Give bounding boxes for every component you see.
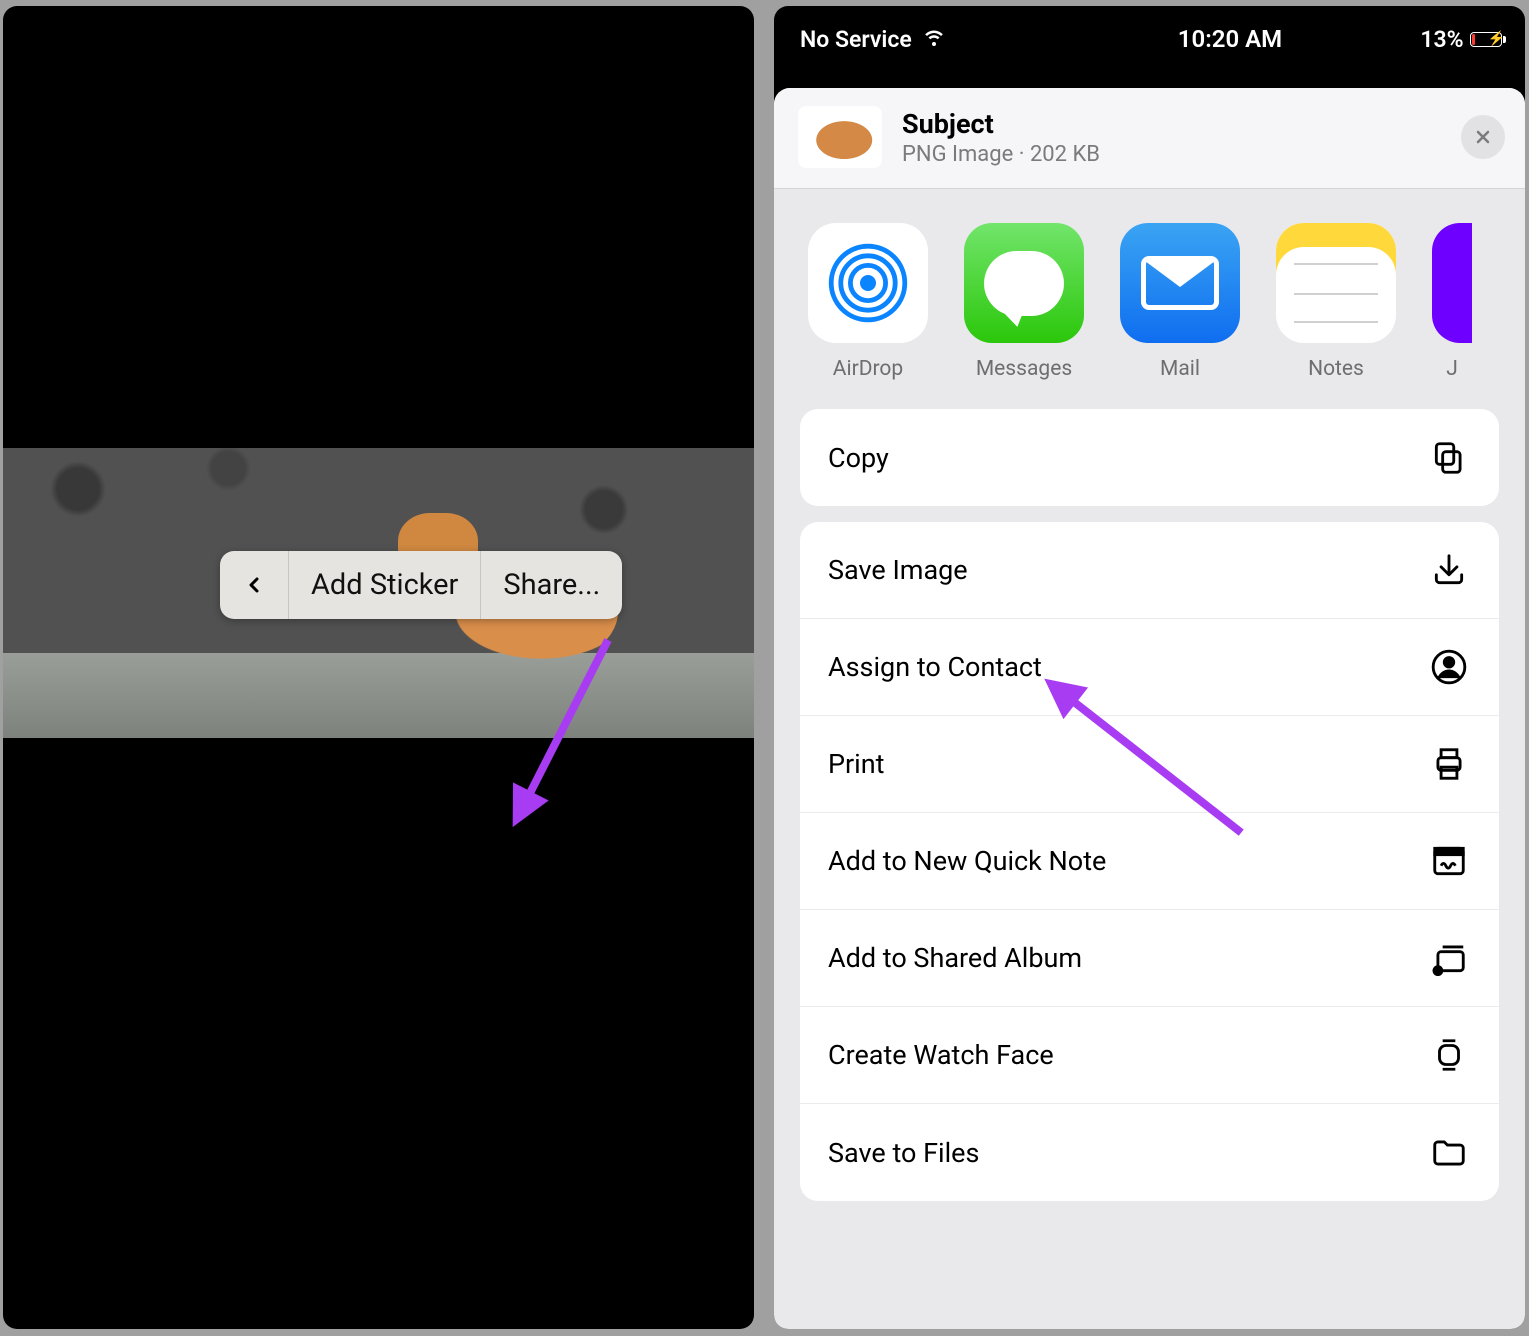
app-partial[interactable]: J bbox=[1432, 223, 1472, 381]
share-sheet: Subject PNG Image · 202 KB AirDrop Messa… bbox=[774, 88, 1525, 1329]
chevron-left-icon bbox=[242, 573, 266, 597]
sheet-title: Subject bbox=[902, 108, 1441, 140]
airdrop-icon bbox=[808, 223, 928, 343]
action-save-image[interactable]: Save Image bbox=[800, 522, 1499, 619]
close-icon bbox=[1473, 127, 1493, 147]
action-shared-album[interactable]: Add to Shared Album bbox=[800, 910, 1499, 1007]
sharedalbum-icon bbox=[1427, 939, 1471, 977]
clock-label: 10:20 AM bbox=[946, 25, 1421, 53]
mail-icon bbox=[1120, 223, 1240, 343]
app-mail[interactable]: Mail bbox=[1120, 223, 1240, 381]
carrier-label: No Service bbox=[800, 26, 912, 53]
add-sticker-button[interactable]: Add Sticker bbox=[289, 551, 481, 619]
app-airdrop[interactable]: AirDrop bbox=[808, 223, 928, 381]
menu-back-button[interactable] bbox=[220, 551, 289, 619]
battery-pct-label: 13% bbox=[1420, 26, 1463, 53]
printer-icon bbox=[1427, 745, 1471, 783]
folder-icon bbox=[1427, 1134, 1471, 1172]
share-apps-row[interactable]: AirDrop Messages Mail Notes J bbox=[774, 189, 1525, 409]
subject-context-menu: Add Sticker Share... bbox=[220, 551, 622, 619]
action-copy[interactable]: Copy bbox=[800, 409, 1499, 506]
sheet-subtitle: PNG Image · 202 KB bbox=[902, 142, 1441, 167]
action-save-files[interactable]: Save to Files bbox=[800, 1104, 1499, 1201]
contact-icon bbox=[1427, 648, 1471, 686]
sheet-header: Subject PNG Image · 202 KB bbox=[774, 88, 1525, 189]
watch-icon bbox=[1427, 1036, 1471, 1074]
action-quick-note[interactable]: Add to New Quick Note bbox=[800, 813, 1499, 910]
download-icon bbox=[1427, 551, 1471, 589]
partial-app-icon bbox=[1432, 223, 1472, 343]
action-assign-contact[interactable]: Assign to Contact bbox=[800, 619, 1499, 716]
share-sheet-panel: No Service 10:20 AM 13% ⚡ Subject PNG Im… bbox=[774, 6, 1525, 1329]
charging-icon: ⚡ bbox=[1488, 31, 1505, 47]
app-messages[interactable]: Messages bbox=[964, 223, 1084, 381]
notes-icon bbox=[1276, 223, 1396, 343]
actions-group-1: Copy bbox=[800, 409, 1499, 506]
close-button[interactable] bbox=[1461, 115, 1505, 159]
status-bar: No Service 10:20 AM 13% ⚡ bbox=[774, 6, 1525, 72]
quicknote-icon bbox=[1427, 842, 1471, 880]
share-button[interactable]: Share... bbox=[481, 551, 622, 619]
app-notes[interactable]: Notes bbox=[1276, 223, 1396, 381]
copy-icon bbox=[1427, 439, 1471, 477]
messages-icon bbox=[964, 223, 1084, 343]
photo-viewer-panel: Add Sticker Share... bbox=[3, 6, 754, 1329]
subject-thumbnail bbox=[798, 106, 882, 168]
actions-group-2: Save Image Assign to Contact Print bbox=[800, 522, 1499, 1201]
action-watch-face[interactable]: Create Watch Face bbox=[800, 1007, 1499, 1104]
wifi-icon bbox=[922, 24, 946, 54]
